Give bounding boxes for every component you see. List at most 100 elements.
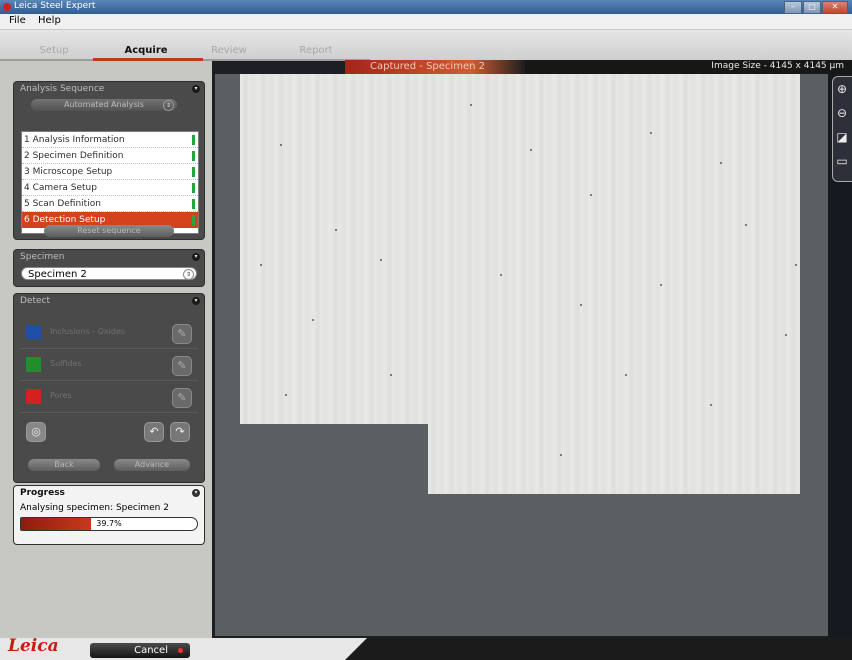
menu-bar: File Help bbox=[0, 14, 852, 30]
detect-panel: Detect ▾ Inclusions - Oxides ✎ Sulfides … bbox=[13, 293, 205, 483]
redo-icon[interactable]: ↷ bbox=[170, 422, 190, 442]
inclusion-speck bbox=[335, 229, 337, 231]
progress-bar: 39.7% bbox=[20, 517, 198, 531]
pick-color-icon[interactable]: ✎ bbox=[172, 324, 192, 344]
pick-color-icon[interactable]: ✎ bbox=[172, 388, 192, 408]
image-size-label: Image Size - 4145 x 4145 µm bbox=[711, 61, 844, 71]
sequence-step[interactable]: 5 Scan Definition bbox=[22, 196, 198, 212]
detect-row[interactable]: Sulfides ✎ bbox=[20, 350, 198, 381]
minimize-button[interactable]: – bbox=[784, 1, 802, 14]
inclusion-speck bbox=[530, 149, 532, 151]
zoom-in-icon[interactable]: ⊕ bbox=[835, 82, 849, 96]
class-label: Pores bbox=[50, 391, 72, 400]
collapse-icon[interactable]: ▾ bbox=[192, 489, 200, 497]
leica-logo: Leica bbox=[8, 636, 59, 656]
inclusion-speck bbox=[312, 319, 314, 321]
progress-status: Analysing specimen: Specimen 2 bbox=[20, 503, 169, 513]
class-label: Sulfides bbox=[50, 359, 82, 368]
footer-left: Leica Cancel bbox=[0, 636, 367, 660]
footer-bar: Leica Cancel bbox=[0, 636, 852, 660]
specimen-image-right bbox=[428, 74, 800, 494]
inclusion-speck bbox=[590, 194, 592, 196]
sequence-step-label: 5 Scan Definition bbox=[24, 199, 101, 209]
sequence-list: 1 Analysis Information 2 Specimen Definit… bbox=[21, 131, 199, 234]
step-complete-indicator bbox=[192, 199, 195, 209]
sequence-step[interactable]: 4 Camera Setup bbox=[22, 180, 198, 196]
fit-icon[interactable]: ◪ bbox=[835, 130, 849, 144]
class-color-swatch bbox=[26, 357, 41, 372]
collapse-icon[interactable]: ▾ bbox=[192, 253, 200, 261]
step-complete-indicator bbox=[192, 167, 195, 177]
target-icon[interactable]: ◎ bbox=[26, 422, 46, 442]
sequence-step[interactable]: 2 Specimen Definition bbox=[22, 148, 198, 164]
tab-report[interactable]: Report bbox=[270, 44, 362, 58]
class-color-swatch bbox=[26, 389, 41, 404]
detect-row[interactable]: Inclusions - Oxides ✎ bbox=[20, 318, 198, 349]
sequence-step-label: 6 Detection Setup bbox=[24, 215, 106, 225]
inclusion-speck bbox=[745, 224, 747, 226]
inclusion-speck bbox=[660, 284, 662, 286]
sequence-mode-label: Automated Analysis bbox=[64, 100, 144, 109]
chevron-down-icon: ⇕ bbox=[163, 100, 174, 111]
inclusion-speck bbox=[380, 259, 382, 261]
class-color-swatch bbox=[26, 325, 41, 340]
window-title-bar: Leica Steel Expert – □ ✕ bbox=[0, 0, 852, 14]
close-button[interactable]: ✕ bbox=[822, 1, 848, 14]
sidebar: Analysis Sequence ▾ Automated Analysis ⇕… bbox=[0, 61, 212, 638]
workflow-tabs: Setup Acquire Review Report bbox=[0, 30, 852, 60]
inclusion-speck bbox=[710, 404, 712, 406]
inclusion-speck bbox=[625, 374, 627, 376]
inclusion-speck bbox=[470, 104, 472, 106]
inclusion-speck bbox=[390, 374, 392, 376]
collapse-icon[interactable]: ▾ bbox=[192, 297, 200, 305]
sequence-mode-select[interactable]: Automated Analysis ⇕ bbox=[31, 99, 177, 111]
menu-file[interactable]: File bbox=[9, 15, 26, 26]
back-button[interactable]: Back bbox=[28, 459, 100, 471]
class-label: Inclusions - Oxides bbox=[50, 327, 126, 336]
sequence-step[interactable]: 3 Microscope Setup bbox=[22, 164, 198, 180]
viewer-caption: Captured - Specimen 2 bbox=[370, 61, 485, 72]
sequence-step-label: 2 Specimen Definition bbox=[24, 151, 124, 161]
window-controls: – □ ✕ bbox=[784, 1, 848, 14]
analysis-sequence-panel: Analysis Sequence ▾ Automated Analysis ⇕… bbox=[13, 81, 205, 240]
tab-setup[interactable]: Setup bbox=[8, 44, 100, 58]
cancel-button[interactable]: Cancel bbox=[90, 643, 190, 658]
sequence-step-label: 3 Microscope Setup bbox=[24, 167, 113, 177]
step-complete-indicator bbox=[192, 151, 195, 161]
specimen-image-left bbox=[240, 74, 428, 424]
chevron-down-icon: ⇕ bbox=[183, 269, 194, 280]
step-complete-indicator bbox=[192, 183, 195, 193]
inclusion-speck bbox=[720, 162, 722, 164]
app-icon bbox=[3, 3, 11, 11]
sequence-step[interactable]: 1 Analysis Information bbox=[22, 132, 198, 148]
inclusion-speck bbox=[500, 274, 502, 276]
sequence-step-label: 1 Analysis Information bbox=[24, 135, 125, 145]
inclusion-speck bbox=[785, 334, 787, 336]
advance-button[interactable]: Advance bbox=[114, 459, 190, 471]
menu-help[interactable]: Help bbox=[38, 15, 61, 26]
scale-icon[interactable]: ▭ bbox=[835, 154, 849, 168]
stop-icon bbox=[178, 648, 183, 653]
tab-acquire[interactable]: Acquire bbox=[100, 44, 192, 58]
inclusion-speck bbox=[560, 454, 562, 456]
maximize-button[interactable]: □ bbox=[803, 1, 821, 14]
detect-row[interactable]: Pores ✎ bbox=[20, 382, 198, 413]
reset-sequence-button[interactable]: Reset sequence bbox=[44, 225, 174, 237]
image-viewer[interactable] bbox=[215, 74, 828, 636]
tab-review[interactable]: Review bbox=[183, 44, 275, 58]
progress-percent: 39.7% bbox=[96, 519, 122, 528]
inclusion-speck bbox=[280, 144, 282, 146]
zoom-out-icon[interactable]: ⊖ bbox=[835, 106, 849, 120]
specimen-select[interactable]: Specimen 2 ⇕ bbox=[21, 267, 197, 280]
viewer-header: Captured - Specimen 2 Image Size - 4145 … bbox=[345, 60, 852, 74]
collapse-icon[interactable]: ▾ bbox=[192, 85, 200, 93]
inclusion-speck bbox=[580, 304, 582, 306]
inclusion-speck bbox=[795, 264, 797, 266]
pick-color-icon[interactable]: ✎ bbox=[172, 356, 192, 376]
sequence-step-label: 4 Camera Setup bbox=[24, 183, 97, 193]
undo-icon[interactable]: ↶ bbox=[144, 422, 164, 442]
window-title: Leica Steel Expert bbox=[14, 1, 96, 11]
cancel-label: Cancel bbox=[134, 645, 168, 656]
specimen-select-value: Specimen 2 bbox=[28, 269, 87, 280]
inclusion-speck bbox=[260, 264, 262, 266]
